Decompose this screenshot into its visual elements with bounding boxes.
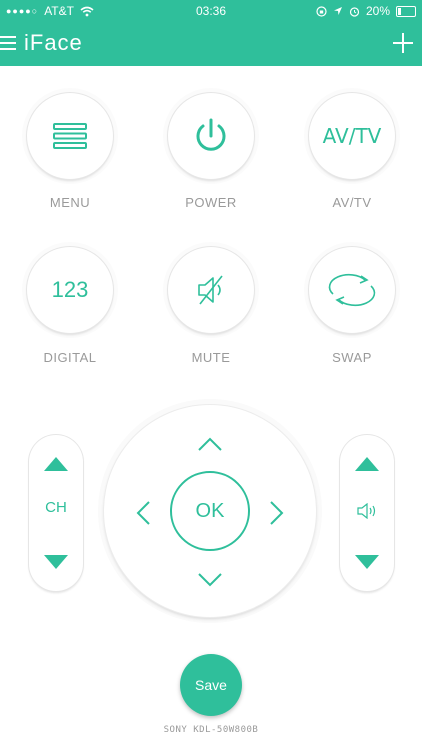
chevron-right-icon	[270, 501, 284, 525]
menu-button-content	[27, 93, 113, 179]
left-arrow-button[interactable]	[128, 498, 158, 528]
down-arrow-button[interactable]	[195, 565, 225, 595]
status-right: 20%	[316, 4, 416, 18]
power-icon	[196, 118, 226, 151]
channel-down-button[interactable]	[44, 555, 68, 569]
battery-percent: 20%	[365, 4, 390, 18]
mute-button-content	[168, 247, 254, 333]
swap-button[interactable]	[309, 247, 395, 333]
direction-pad: OK	[104, 405, 316, 617]
location-icon	[333, 7, 342, 15]
right-arrow-button[interactable]	[262, 498, 292, 528]
save-button[interactable]: Save	[180, 654, 242, 716]
app-title: iFace	[24, 30, 83, 55]
swap-button-content	[309, 247, 395, 333]
swap-label: SWAP	[332, 350, 372, 365]
battery-icon	[396, 5, 416, 17]
digital-icon-text: 123	[51, 277, 89, 302]
volume-indicator	[340, 502, 394, 523]
rotation-lock-icon	[316, 5, 327, 17]
av-tv-icon-text: AV/TV	[322, 124, 382, 148]
av-tv-label: AV/TV	[332, 195, 372, 210]
chevron-up-icon	[198, 437, 222, 451]
mute-button[interactable]	[168, 247, 254, 333]
app-header: ●●●●○ AT&T 03:36 20% iFace	[0, 0, 422, 66]
speaker-icon	[357, 502, 376, 520]
digital-button[interactable]: 123	[27, 247, 113, 333]
power-button[interactable]	[168, 93, 254, 179]
title-bar: iFace	[0, 26, 422, 62]
digital-label: DIGITAL	[43, 350, 97, 365]
power-label: POWER	[185, 195, 237, 210]
power-button-content	[168, 93, 254, 179]
volume-down-button[interactable]	[355, 555, 379, 569]
mute-label: MUTE	[191, 350, 231, 365]
av-tv-button[interactable]: AV/TV	[309, 93, 395, 179]
status-bar: ●●●●○ AT&T 03:36 20%	[0, 0, 422, 22]
ok-button[interactable]: OK	[170, 471, 250, 551]
chevron-left-icon	[136, 501, 150, 525]
channel-label: CH	[45, 499, 67, 516]
chevron-down-icon	[198, 573, 222, 587]
device-model-label: SONY KDL-50W800B	[163, 725, 259, 735]
hamburger-menu-icon[interactable]	[0, 34, 18, 52]
menu-label: MENU	[49, 195, 91, 210]
volume-up-button[interactable]	[355, 457, 379, 471]
channel-control: CH	[29, 435, 83, 591]
alarm-icon	[349, 6, 360, 17]
channel-up-button[interactable]	[44, 457, 68, 471]
volume-control	[340, 435, 394, 591]
list-icon	[53, 123, 87, 149]
mute-icon	[198, 275, 223, 305]
menu-button[interactable]	[27, 93, 113, 179]
plus-icon[interactable]	[392, 32, 414, 54]
up-arrow-button[interactable]	[195, 429, 225, 459]
swap-icon	[328, 273, 376, 307]
